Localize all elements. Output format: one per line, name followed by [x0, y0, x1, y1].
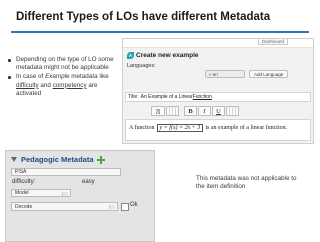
pedagogic-metadata-panel: Pedagogic Metadata PISA difficulty: easy… — [5, 150, 155, 242]
dashboard-link[interactable]: Dashboard — [257, 39, 288, 45]
decode-select[interactable]: Decode — [11, 202, 118, 211]
ok-label: Ok — [130, 202, 138, 208]
framework-select[interactable]: PISA — [11, 168, 121, 176]
dropdown-arrow-icon — [62, 192, 68, 196]
ok-checkbox[interactable] — [121, 203, 129, 211]
create-header: A Create new example — [127, 51, 199, 60]
create-title: Create new example — [136, 52, 199, 59]
collapse-triangle-icon[interactable] — [11, 157, 17, 162]
bullet-text: Depending on the type of LO some metadat… — [16, 56, 114, 72]
content-editor[interactable]: A function y = f(x) = 2x + 3 is an examp… — [125, 119, 311, 141]
bold-button[interactable]: B — [184, 106, 197, 116]
format-tool-button[interactable] — [226, 106, 239, 116]
title-underline — [11, 31, 309, 33]
editor-toolbar: π B I U — [151, 106, 240, 116]
decode-value: Decode — [15, 203, 33, 210]
model-value: Model — [15, 190, 29, 196]
difficulty-label: difficulty: — [12, 179, 36, 185]
example-editor-screenshot: Dashboard A Create new example Languages… — [122, 38, 314, 144]
example-emphasis: Example — [45, 73, 70, 81]
title-field[interactable]: Title: An Example of a Linear Function — [125, 92, 311, 102]
bullet-text: and — [38, 81, 53, 89]
languages-label: Languages: — [127, 63, 156, 69]
editor-top-bar: Dashboard — [123, 39, 313, 48]
formula-tool-button[interactable] — [166, 106, 179, 116]
annotation-note: This metadata was not applicable to the … — [196, 175, 297, 191]
content-text: A function y = f(x) = 2x + 3 is an examp… — [129, 124, 287, 132]
add-plus-icon[interactable] — [96, 155, 105, 164]
language-select[interactable]: « en — [205, 70, 245, 78]
competency-term: competency — [52, 81, 87, 89]
title-value: An Example of a Linear — [140, 94, 193, 100]
bullet-text: metadata like — [69, 73, 109, 81]
language-controls: « en Add Language — [205, 70, 289, 78]
metadata-header[interactable]: Pedagogic Metadata — [11, 155, 105, 164]
bullet-item: In case of Example metadata like difficu… — [7, 73, 119, 98]
framework-value: PISA — [15, 169, 27, 175]
difficulty-term: difficulty — [16, 81, 39, 89]
italic-button[interactable]: I — [198, 106, 211, 116]
app-logo-icon: A — [127, 52, 134, 59]
dropdown-arrow-icon — [109, 205, 115, 209]
pi-symbol-button[interactable]: π — [151, 106, 165, 116]
slide-title: Different Types of LOs have different Me… — [16, 11, 271, 23]
title-value-function: Function — [192, 94, 212, 100]
model-select[interactable]: Model — [11, 189, 71, 197]
formula-box[interactable]: y = f(x) = 2x + 3 — [156, 124, 204, 132]
bullet-list: Depending on the type of LO some metadat… — [7, 56, 119, 99]
content-prefix: A function — [129, 125, 155, 131]
difficulty-value: easy — [82, 179, 95, 185]
title-label: Title: — [128, 94, 139, 100]
metadata-title: Pedagogic Metadata — [21, 155, 94, 164]
add-language-button[interactable]: Add Language — [249, 70, 289, 78]
underline-button[interactable]: U — [212, 106, 225, 116]
bullet-item: Depending on the type of LO some metadat… — [7, 56, 119, 72]
content-suffix: is an example of a linear function. — [205, 125, 288, 131]
bullet-text: In case of — [16, 73, 46, 81]
